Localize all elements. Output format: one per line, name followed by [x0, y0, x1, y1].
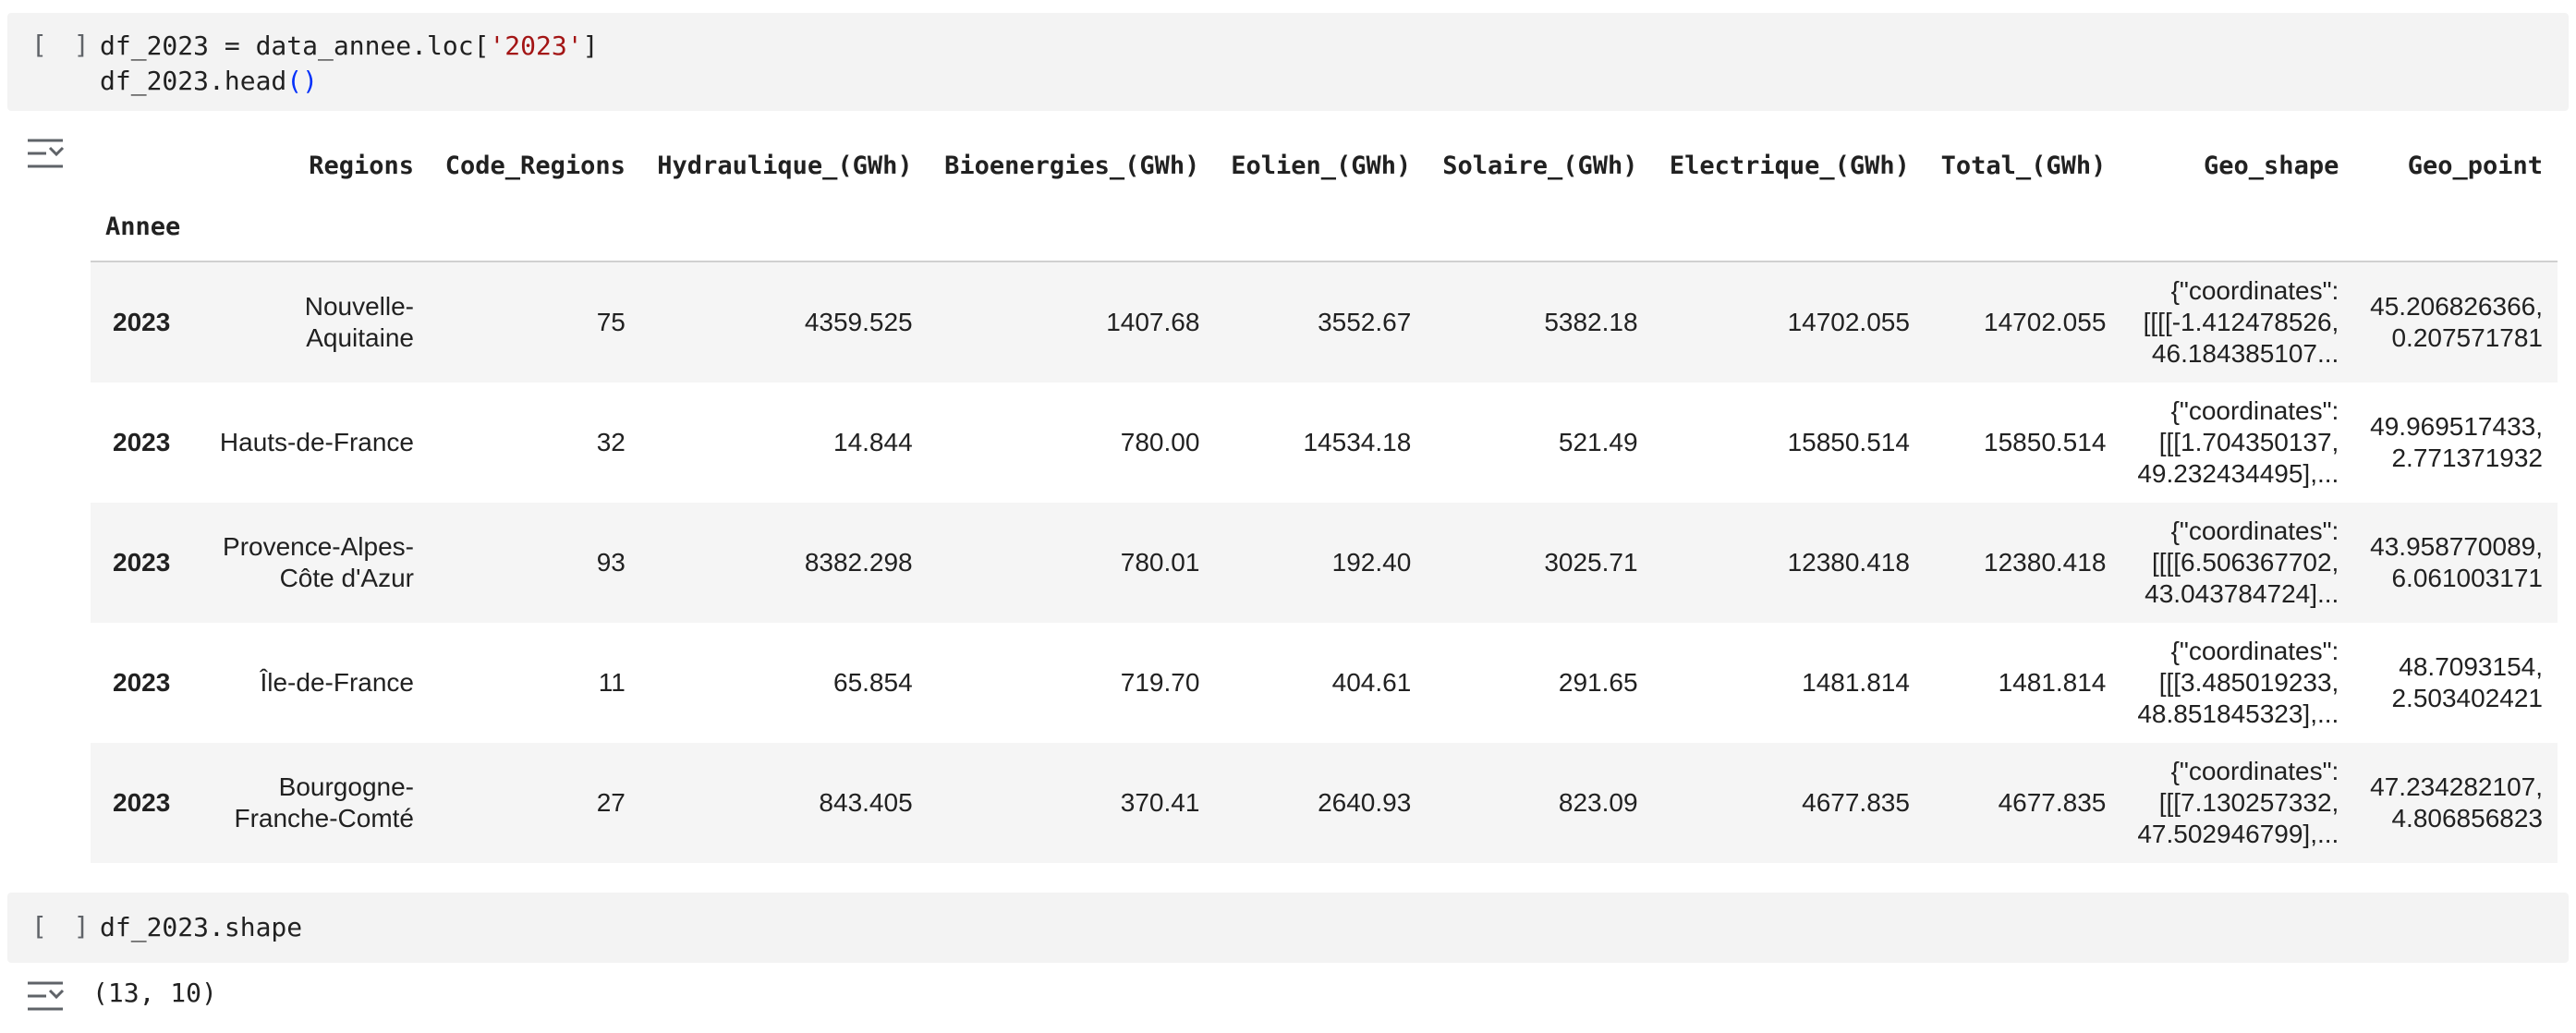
cell-electrique: 1481.814	[1652, 623, 1925, 743]
output-collapse-icon[interactable]	[26, 135, 67, 172]
cell-eolien: 2640.93	[1214, 743, 1427, 863]
column-header-row: Regions Code_Regions Hydraulique_(GWh) B…	[91, 135, 2558, 209]
dataframe-table: Regions Code_Regions Hydraulique_(GWh) B…	[91, 135, 2558, 863]
table-row: 2023 Nouvelle- Aquitaine 75 4359.525 1407.68 3…	[91, 261, 2558, 383]
col-header: Solaire_(GWh)	[1442, 152, 1638, 180]
cell-total: 12380.418	[1924, 503, 2121, 623]
table-row: 2023 Île-de-France 11 65.854 719.70 404.61 291…	[91, 623, 2558, 743]
index-name: Annee	[105, 213, 181, 241]
dataframe-output: Regions Code_Regions Hydraulique_(GWh) B…	[91, 135, 2558, 863]
index-cell: 2023	[91, 503, 203, 623]
cell-total: 14702.055	[1924, 261, 2121, 383]
index-cell: 2023	[91, 261, 203, 383]
cell-bioenergies: 719.70	[927, 623, 1215, 743]
cell-code: 75	[429, 261, 640, 383]
cell-regions: Hauts-de-France	[203, 383, 429, 503]
cell-solaire: 823.09	[1426, 743, 1653, 863]
table-row: 2023 Hauts-de-France 32 14.844 780.00 14534.1…	[91, 383, 2558, 503]
col-header: Bioenergies_(GWh)	[944, 152, 1200, 180]
cell-bioenergies: 370.41	[927, 743, 1215, 863]
code-line-2: df_2023.head()	[100, 66, 319, 96]
col-header: Regions	[309, 152, 414, 180]
code-cell-head[interactable]: [ ] df_2023 = data_annee.loc['2023'] df_…	[7, 13, 2569, 111]
cell-electrique: 4677.835	[1652, 743, 1925, 863]
index-cell: 2023	[91, 383, 203, 503]
cell-code: 11	[429, 623, 640, 743]
code-cell-shape[interactable]: [ ] df_2023.shape	[7, 893, 2569, 963]
col-header: Hydraulique_(GWh)	[657, 152, 913, 180]
cell-geo-shape: {"coordinates": [[[[6.506367702, 43.043784…	[2120, 503, 2354, 623]
cell-total: 4677.835	[1924, 743, 2121, 863]
table-row: 2023 Bourgogne- Franche-Comté 27 843.405 370.…	[91, 743, 2558, 863]
cell-eolien: 192.40	[1214, 503, 1427, 623]
index-name-row: Annee	[91, 209, 2558, 261]
index-header-blank	[91, 135, 203, 209]
cell-geo-shape: {"coordinates": [[[[-1.412478526, 46.18438…	[2120, 261, 2354, 383]
cell-electrique: 14702.055	[1652, 261, 1925, 383]
run-cell-button[interactable]: [ ]	[31, 30, 95, 60]
cell-eolien: 404.61	[1214, 623, 1427, 743]
cell-regions: Bourgogne- Franche-Comté	[203, 743, 429, 863]
code-editor[interactable]: df_2023.shape	[100, 910, 302, 945]
cell-regions: Provence-Alpes- Côte d'Azur	[203, 503, 429, 623]
col-header: Eolien_(GWh)	[1231, 152, 1412, 180]
cell-geo-shape: {"coordinates": [[[7.130257332, 47.5029467…	[2120, 743, 2354, 863]
col-header: Geo_shape	[2204, 152, 2339, 180]
cell-solaire: 5382.18	[1426, 261, 1653, 383]
cell-regions: Île-de-France	[203, 623, 429, 743]
cell-hydraulique: 4359.525	[639, 261, 928, 383]
code-editor[interactable]: df_2023 = data_annee.loc['2023'] df_2023…	[100, 29, 598, 99]
index-cell: 2023	[91, 743, 203, 863]
cell-total: 15850.514	[1924, 383, 2121, 503]
cell-electrique: 15850.514	[1652, 383, 1925, 503]
cell-code: 93	[429, 503, 640, 623]
cell-hydraulique: 65.854	[639, 623, 928, 743]
table-row: 2023 Provence-Alpes- Côte d'Azur 93 8382.298…	[91, 503, 2558, 623]
cell-eolien: 14534.18	[1214, 383, 1427, 503]
cell-eolien: 3552.67	[1214, 261, 1427, 383]
cell-geo-shape: {"coordinates": [[[3.485019233, 48.8518453…	[2120, 623, 2354, 743]
cell-hydraulique: 8382.298	[639, 503, 928, 623]
cell-solaire: 3025.71	[1426, 503, 1653, 623]
shape-output: (13, 10)	[92, 978, 217, 1008]
cell-solaire: 291.65	[1426, 623, 1653, 743]
cell-geo-point: 45.206826366, 0.207571781	[2353, 261, 2558, 383]
cell-bioenergies: 780.00	[927, 383, 1215, 503]
cell-geo-point: 48.7093154, 2.503402421	[2353, 623, 2558, 743]
run-cell-button[interactable]: [ ]	[31, 911, 95, 942]
cell-electrique: 12380.418	[1652, 503, 1925, 623]
output-collapse-icon[interactable]	[26, 978, 67, 1015]
cell-hydraulique: 843.405	[639, 743, 928, 863]
col-header: Electrique_(GWh)	[1669, 152, 1910, 180]
col-header: Code_Regions	[444, 152, 626, 180]
cell-geo-point: 43.958770089, 6.061003171	[2353, 503, 2558, 623]
cell-hydraulique: 14.844	[639, 383, 928, 503]
cell-bioenergies: 780.01	[927, 503, 1215, 623]
cell-solaire: 521.49	[1426, 383, 1653, 503]
cell-code: 27	[429, 743, 640, 863]
code-line-1: df_2023 = data_annee.loc['2023']	[100, 30, 599, 61]
cell-geo-point: 47.234282107, 4.806856823	[2353, 743, 2558, 863]
cell-bioenergies: 1407.68	[927, 261, 1215, 383]
col-header: Total_(GWh)	[1940, 152, 2107, 180]
cell-code: 32	[429, 383, 640, 503]
cell-total: 1481.814	[1924, 623, 2121, 743]
cell-regions: Nouvelle- Aquitaine	[203, 261, 429, 383]
col-header: Geo_point	[2407, 152, 2543, 180]
cell-geo-point: 49.969517433, 2.771371932	[2353, 383, 2558, 503]
index-cell: 2023	[91, 623, 203, 743]
cell-geo-shape: {"coordinates": [[[1.704350137, 49.2324344…	[2120, 383, 2354, 503]
